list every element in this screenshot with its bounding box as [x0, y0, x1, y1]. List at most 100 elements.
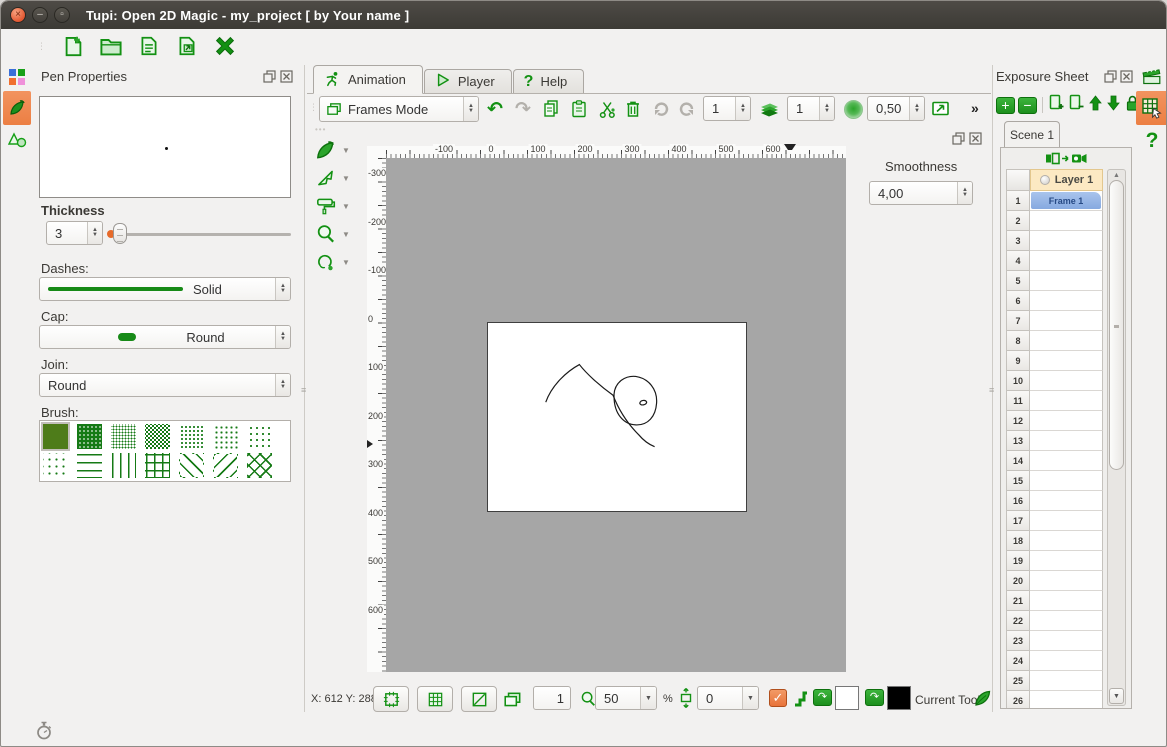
- row-number[interactable]: 8: [1006, 331, 1030, 351]
- row-number[interactable]: 16: [1006, 491, 1030, 511]
- layer-radio-icon[interactable]: [1040, 175, 1050, 185]
- dropdown-arrow-icon[interactable]: ▼: [742, 687, 758, 709]
- smoothness-spinbox[interactable]: 4,00 ▲▼: [869, 181, 973, 205]
- row-number[interactable]: 7: [1006, 311, 1030, 331]
- pen-renderer-icon[interactable]: ↷: [865, 689, 884, 706]
- layer-header[interactable]: Layer 1: [1030, 169, 1103, 191]
- frame-cell[interactable]: [1030, 611, 1103, 631]
- frame-cell[interactable]: [1030, 371, 1103, 391]
- exposure-sheet-dock-button[interactable]: [1136, 91, 1167, 125]
- row-number[interactable]: 1: [1006, 191, 1030, 211]
- row-number[interactable]: 2: [1006, 211, 1030, 231]
- brush-fdiag[interactable]: [213, 453, 238, 478]
- row-number[interactable]: 18: [1006, 531, 1030, 551]
- tab-player[interactable]: Player: [424, 69, 512, 93]
- frame-cell[interactable]: [1030, 291, 1103, 311]
- frame-cell[interactable]: [1030, 331, 1103, 351]
- row-number[interactable]: 4: [1006, 251, 1030, 271]
- right-splitter[interactable]: ≡: [992, 65, 993, 712]
- frame-chip[interactable]: Frame 1: [1031, 192, 1101, 209]
- remove-layer-icon[interactable]: [1068, 93, 1085, 117]
- export-frame-icon[interactable]: [929, 98, 953, 120]
- frame-cell[interactable]: [1030, 391, 1103, 411]
- cut-icon[interactable]: [595, 98, 619, 120]
- float-panel-icon[interactable]: [262, 69, 276, 83]
- close-project-icon[interactable]: [213, 34, 237, 58]
- frame-count-input[interactable]: 1: [533, 686, 571, 710]
- row-number[interactable]: 3: [1006, 231, 1030, 251]
- tool-dropdown-arrow[interactable]: ▼: [342, 174, 350, 183]
- window-maximize-button[interactable]: ▫: [54, 7, 70, 23]
- frame-cell[interactable]: [1030, 491, 1103, 511]
- frame-cell[interactable]: [1030, 691, 1103, 709]
- spinner-arrows-icon[interactable]: ▲▼: [909, 97, 924, 120]
- frame-cell[interactable]: [1030, 351, 1103, 371]
- row-number[interactable]: 11: [1006, 391, 1030, 411]
- frame-cell[interactable]: [1030, 251, 1103, 271]
- spinner-arrows-icon[interactable]: ▲▼: [275, 374, 290, 396]
- full-screen-button[interactable]: [461, 686, 497, 712]
- row-number[interactable]: 5: [1006, 271, 1030, 291]
- frame-cell[interactable]: [1030, 551, 1103, 571]
- frame-cell[interactable]: [1030, 451, 1103, 471]
- toolbar-grip[interactable]: ⋮: [37, 41, 45, 52]
- thickness-slider[interactable]: [107, 221, 293, 247]
- pen-properties-dock-button[interactable]: [3, 91, 31, 125]
- scenes-manager-icon[interactable]: [1140, 65, 1164, 87]
- close-canvas-icon[interactable]: [968, 131, 982, 145]
- row-number[interactable]: 14: [1006, 451, 1030, 471]
- close-panel-icon[interactable]: [279, 69, 293, 83]
- brush-vlines[interactable]: [111, 453, 136, 478]
- color-palette-icon[interactable]: [7, 67, 27, 87]
- cap-combo[interactable]: Round ▲▼: [39, 325, 291, 349]
- pen-color-swatch[interactable]: [887, 686, 911, 710]
- pencil-tool[interactable]: ▼: [314, 139, 350, 161]
- window-minimize-button[interactable]: –: [32, 7, 48, 23]
- row-number[interactable]: 25: [1006, 671, 1030, 691]
- toolbar-overflow-chevron[interactable]: »: [971, 100, 979, 116]
- slider-handle[interactable]: [113, 223, 127, 244]
- remove-frame-button[interactable]: −: [1018, 97, 1037, 114]
- copy-icon[interactable]: [539, 98, 563, 120]
- rotation-dropdown[interactable]: 0 ▼: [697, 686, 759, 710]
- zoom-tool[interactable]: ▼: [314, 223, 350, 245]
- frame-cell[interactable]: [1030, 511, 1103, 531]
- row-number[interactable]: 6: [1006, 291, 1030, 311]
- row-number[interactable]: 26: [1006, 691, 1030, 709]
- row-number[interactable]: 21: [1006, 591, 1030, 611]
- row-number[interactable]: 19: [1006, 551, 1030, 571]
- row-number[interactable]: 17: [1006, 511, 1030, 531]
- row-number[interactable]: 9: [1006, 351, 1030, 371]
- spinner-arrows-icon[interactable]: ▲▼: [735, 97, 750, 120]
- spinner-arrows-icon[interactable]: ▲▼: [87, 222, 102, 244]
- brush-dense7[interactable]: [247, 424, 272, 449]
- tool-dropdown-arrow[interactable]: ▼: [342, 146, 350, 155]
- frames-to-video-icon[interactable]: [1045, 151, 1087, 171]
- zoom-level-dropdown[interactable]: 50 ▼: [595, 686, 657, 710]
- brush-cross[interactable]: [145, 453, 170, 478]
- frame-number-spinbox[interactable]: 1 ▲▼: [703, 96, 751, 121]
- join-combo[interactable]: Round ▲▼: [39, 373, 291, 397]
- frame-cell[interactable]: [1030, 271, 1103, 291]
- move-frame-down-icon[interactable]: [1106, 94, 1121, 117]
- tab-animation[interactable]: Animation: [313, 65, 423, 94]
- frames-mode-combo[interactable]: Frames Mode ▲▼: [319, 96, 479, 122]
- onion-opacity-icon[interactable]: [841, 98, 865, 120]
- object-properties-icon[interactable]: [5, 127, 29, 151]
- canvas-viewport[interactable]: [386, 158, 846, 672]
- save-project-as-icon[interactable]: [175, 34, 199, 58]
- frame-border-toggle-button[interactable]: [373, 686, 409, 712]
- frame-cell[interactable]: [1030, 311, 1103, 331]
- brush-dots[interactable]: [43, 453, 68, 478]
- toolbar-grip[interactable]: ⋮: [309, 102, 317, 113]
- scroll-down-button[interactable]: ▼: [1109, 688, 1124, 704]
- frame-cell[interactable]: [1030, 431, 1103, 451]
- brush-bdiag[interactable]: [179, 453, 204, 478]
- frame-cell[interactable]: [1030, 531, 1103, 551]
- brush-diagcross[interactable]: [247, 453, 272, 478]
- brush-dense3[interactable]: [111, 424, 136, 449]
- thickness-spinbox[interactable]: 3 ▲▼: [46, 221, 103, 245]
- row-number[interactable]: 20: [1006, 571, 1030, 591]
- scene-tab[interactable]: Scene 1: [1004, 121, 1060, 148]
- save-project-icon[interactable]: [137, 34, 161, 58]
